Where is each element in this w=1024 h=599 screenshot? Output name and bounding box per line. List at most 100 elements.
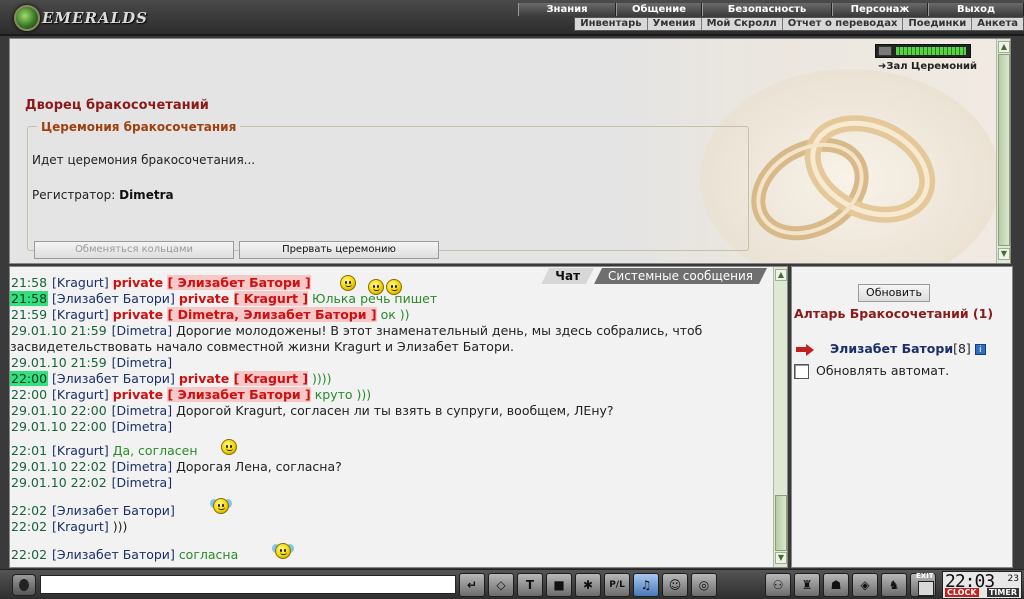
menu-item-exit[interactable]: Выход — [928, 3, 1024, 16]
menu-item-character[interactable]: Персонаж — [832, 3, 928, 16]
private-recipient-text[interactable]: Kragurt — [244, 291, 298, 306]
filter-icon[interactable]: T — [517, 573, 543, 597]
chat-author-name[interactable]: Элизабет Батори — [57, 291, 170, 306]
submenu-profile[interactable]: Анкета — [972, 18, 1023, 30]
submenu-inventory[interactable]: Инвентарь — [575, 18, 648, 30]
chat-author[interactable]: [Dimetra] — [112, 323, 172, 338]
chat-author[interactable]: [Элизабет Батори] — [52, 503, 175, 518]
timer-button[interactable]: TIMER — [986, 588, 1019, 597]
scroll-up-icon[interactable]: ▲ — [775, 269, 787, 281]
chat-timestamp[interactable]: 21:58 — [10, 275, 48, 290]
chat-author-name[interactable]: Dimetra — [117, 459, 168, 474]
chat-timestamp[interactable]: 22:02 — [10, 547, 48, 562]
private-recipient-name[interactable]: [ Kragurt ] — [233, 291, 309, 306]
private-recipient[interactable]: private [ Kragurt ] — [179, 291, 309, 306]
chat-author[interactable]: [Dimetra] — [112, 403, 172, 418]
private-recipient[interactable]: private [ Элизабет Батори ] — [113, 387, 311, 402]
menu-item-communication[interactable]: Общение — [616, 3, 702, 16]
private-recipient[interactable]: private [ Элизабет Батори ] — [113, 275, 311, 290]
camera-icon[interactable] — [878, 46, 892, 56]
menu-item-security[interactable]: Безопасность — [702, 3, 832, 16]
gem-icon[interactable]: ◈ — [852, 573, 878, 597]
chat-author-name[interactable]: Dimetra — [117, 323, 168, 338]
eraser-icon[interactable]: ◇ — [488, 573, 514, 597]
clock-button[interactable]: CLOCK — [945, 588, 979, 597]
save-log-icon[interactable]: ■ — [546, 573, 572, 597]
chat-timestamp[interactable]: 22:00 — [10, 371, 49, 386]
exchange-rings-button[interactable]: Обменяться кольцами — [34, 241, 234, 259]
tower-icon[interactable]: ♜ — [794, 573, 820, 597]
private-recipient-text[interactable]: Элизабет Батори — [178, 387, 301, 402]
chat-timestamp[interactable]: 29.01.10 22:00 — [10, 403, 108, 418]
private-recipient-text[interactable]: Элизабет Батори — [178, 275, 301, 290]
chat-author-name[interactable]: Kragurt — [57, 443, 104, 458]
scroll-thumb[interactable] — [998, 54, 1010, 246]
chat-timestamp[interactable]: 21:59 — [10, 307, 48, 322]
private-recipient[interactable]: private [ Dimetra, Элизабет Батори ] — [113, 307, 377, 322]
private-recipient-name[interactable]: [ Dimetra, Элизабет Батори ] — [167, 307, 377, 322]
exit-icon[interactable]: EXIT — [914, 572, 938, 598]
knight-icon[interactable]: ♞ — [881, 573, 907, 597]
info-icon[interactable]: i — [974, 344, 986, 355]
chat-timestamp[interactable]: 21:58 — [10, 291, 49, 306]
chat-author-name[interactable]: Dimetra — [117, 355, 168, 370]
bag-icon[interactable]: ⚇ — [765, 573, 791, 597]
scroll-down-icon[interactable]: ▼ — [998, 248, 1010, 260]
registrar-name[interactable]: Dimetra — [119, 188, 173, 202]
scroll-thumb[interactable] — [775, 495, 787, 551]
chat-author[interactable]: [Dimetra] — [112, 419, 172, 434]
stop-ceremony-button[interactable]: Прервать церемонию — [239, 241, 439, 259]
private-recipient-name[interactable]: [ Элизабет Батори ] — [167, 275, 311, 290]
chat-author-name[interactable]: Kragurt — [57, 307, 104, 322]
chat-author-name[interactable]: Элизабет Батори — [57, 371, 170, 386]
pl-icon[interactable]: P/L — [604, 573, 630, 597]
chat-author[interactable]: [Dimetra] — [112, 459, 172, 474]
menu-item-knowledge[interactable]: Знания — [518, 3, 616, 16]
chat-author-name[interactable]: Kragurt — [57, 387, 104, 402]
chat-author-name[interactable]: Dimetra — [117, 403, 168, 418]
smiley-icon[interactable]: ☺ — [662, 573, 688, 597]
chat-input[interactable] — [40, 575, 456, 594]
location-scrollbar[interactable]: ▲ ▼ — [996, 39, 1010, 263]
chat-timestamp[interactable]: 22:02 — [10, 503, 48, 518]
tab-system-messages[interactable]: Системные сообщения — [594, 268, 767, 284]
house-icon[interactable]: ☗ — [823, 573, 849, 597]
private-recipient-text[interactable]: Dimetra, Элизабет Батори — [178, 307, 367, 322]
submenu-skills[interactable]: Умения — [648, 18, 702, 30]
chat-timestamp[interactable]: 22:02 — [10, 519, 48, 534]
private-recipient-name[interactable]: [ Элизабет Батори ] — [167, 387, 311, 402]
chat-author[interactable]: [Элизабет Батори] — [52, 547, 175, 562]
chat-author-name[interactable]: Kragurt — [57, 519, 104, 534]
microphone-icon[interactable] — [12, 574, 36, 596]
chat-author[interactable]: [Dimetra] — [112, 475, 172, 490]
chat-author[interactable]: [Kragurt] — [52, 519, 109, 534]
chat-author[interactable]: [Kragurt] — [52, 307, 109, 322]
private-recipient-text[interactable]: Kragurt — [244, 371, 298, 386]
private-recipient[interactable]: private [ Kragurt ] — [179, 371, 309, 386]
chat-author-name[interactable]: Dimetra — [117, 419, 168, 434]
altar-user-name[interactable]: Элизабет Батори — [830, 341, 953, 356]
chat-timestamp[interactable]: 22:01 — [10, 443, 48, 458]
chat-timestamp[interactable]: 29.01.10 21:59 — [10, 323, 108, 338]
chat-scrollbar[interactable]: ▲ ▼ — [773, 267, 787, 567]
chat-author[interactable]: [Kragurt] — [52, 275, 109, 290]
chat-timestamp[interactable]: 29.01.10 21:59 — [10, 355, 108, 370]
scroll-up-icon[interactable]: ▲ — [998, 41, 1010, 53]
chat-author[interactable]: [Dimetra] — [112, 355, 172, 370]
room-link[interactable]: ➜Зал Церемоний — [878, 61, 977, 72]
tab-chat[interactable]: Чат — [541, 268, 594, 284]
settings-icon[interactable]: ◎ — [691, 573, 717, 597]
submenu-duels[interactable]: Поединки — [903, 18, 973, 30]
private-recipient-name[interactable]: [ Kragurt ] — [233, 371, 309, 386]
chat-author[interactable]: [Kragurt] — [52, 443, 109, 458]
chat-timestamp[interactable]: 22:00 — [10, 387, 48, 402]
chat-author-name[interactable]: Элизабет Батори — [57, 503, 170, 518]
send-icon[interactable]: ↵ — [459, 573, 485, 597]
submenu-transfer-report[interactable]: Отчет о переводах — [783, 18, 904, 30]
character-icon[interactable]: ✱ — [575, 573, 601, 597]
auto-refresh-checkbox[interactable] — [794, 364, 809, 379]
refresh-button[interactable]: Обновить — [858, 284, 930, 302]
chat-author-name[interactable]: Kragurt — [57, 275, 104, 290]
submenu-my-scroll[interactable]: Мой Скролл — [702, 18, 783, 30]
chat-timestamp[interactable]: 29.01.10 22:00 — [10, 419, 108, 434]
